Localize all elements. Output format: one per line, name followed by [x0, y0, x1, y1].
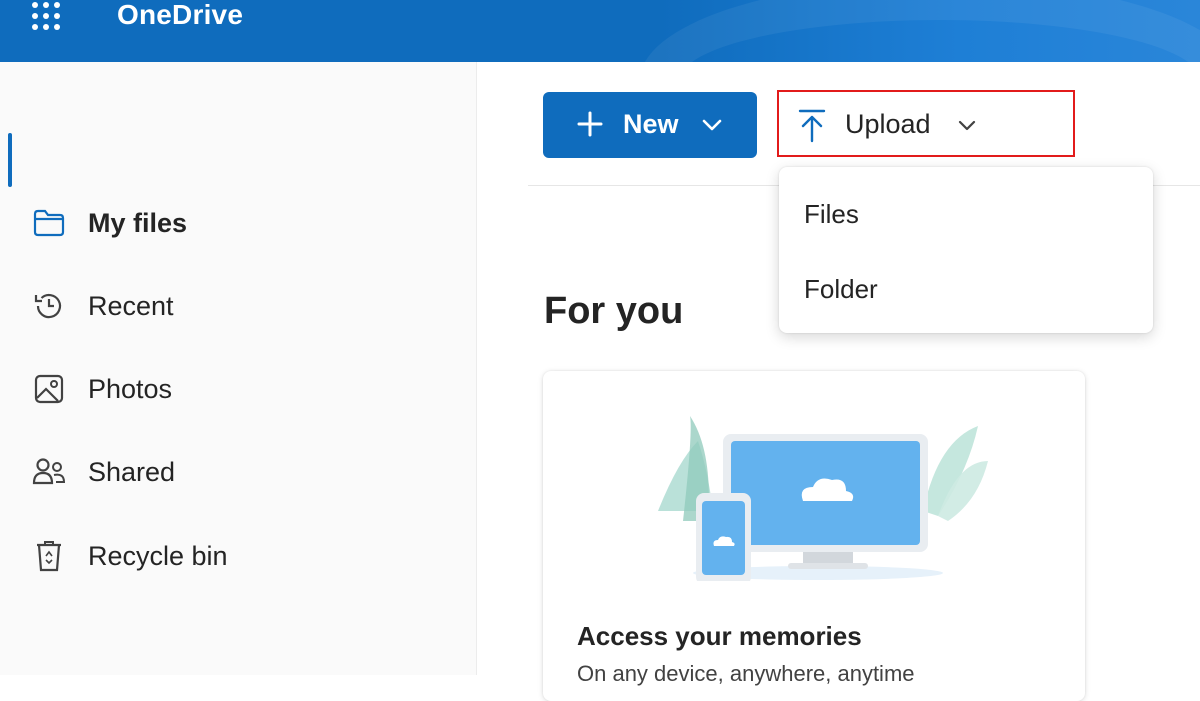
sidebar-item-label: Recycle bin [88, 540, 228, 571]
menu-item-label: Files [804, 199, 859, 229]
photo-icon [32, 372, 66, 406]
menu-item-label: Folder [804, 274, 878, 304]
menu-item-files[interactable]: Files [779, 179, 1153, 249]
new-button-label: New [623, 109, 679, 139]
card-subtitle: On any device, anywhere, anytime [577, 661, 915, 686]
new-button[interactable]: New [543, 92, 757, 158]
section-title: For you [544, 290, 684, 332]
sidebar-item-recent[interactable]: Recent [0, 280, 476, 332]
active-indicator [8, 133, 12, 187]
upload-dropdown-menu: Files Folder [779, 167, 1153, 333]
upload-button-label: Upload [845, 109, 931, 139]
sidebar-item-label: My files [88, 207, 188, 238]
sidebar-item-photos[interactable]: Photos [0, 363, 476, 415]
sidebar-item-shared[interactable]: Shared [0, 446, 476, 498]
card-title: Access your memories [577, 621, 862, 651]
plus-icon [575, 108, 605, 145]
chevron-down-icon [701, 118, 723, 137]
recycle-bin-icon [32, 539, 66, 573]
sidebar-item-label: Photos [88, 373, 173, 404]
folder-icon [32, 206, 66, 240]
sidebar-item-label: Recent [88, 290, 174, 321]
top-bar: OneDrive [0, 0, 1200, 62]
menu-item-folder[interactable]: Folder [779, 254, 1153, 324]
app-launcher-icon[interactable] [32, 2, 68, 30]
history-icon [32, 289, 66, 323]
sidebar-item-my-files[interactable]: My files [0, 197, 476, 249]
chevron-down-icon [957, 119, 977, 137]
upload-button[interactable]: Upload [777, 90, 1075, 157]
sidebar-item-recycle-bin[interactable]: Recycle bin [0, 530, 476, 582]
people-icon [32, 455, 66, 489]
app-title[interactable]: OneDrive [117, 0, 243, 30]
memories-card[interactable]: Access your memories On any device, anyw… [543, 371, 1085, 701]
devices-illustration-icon [638, 401, 998, 586]
sidebar-item-label: Shared [88, 456, 176, 487]
upload-icon [797, 108, 827, 149]
header-decoration [640, 0, 1200, 62]
